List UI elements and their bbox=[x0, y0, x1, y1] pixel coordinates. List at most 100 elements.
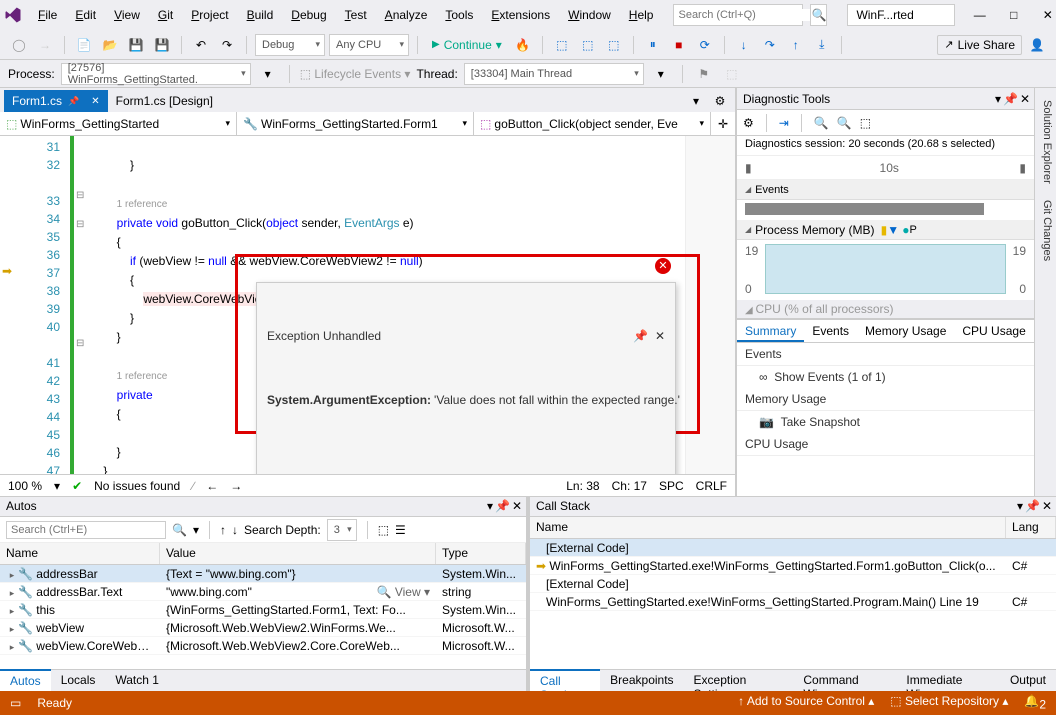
open-icon[interactable]: 📂 bbox=[99, 34, 121, 56]
outline-margin[interactable]: ⊟⊟⊟ bbox=[76, 136, 90, 474]
menu-file[interactable]: File bbox=[30, 4, 65, 26]
menu-git[interactable]: Git bbox=[150, 4, 181, 26]
next-icon[interactable]: ↓ bbox=[232, 523, 238, 537]
diag-tab-cpu-usage[interactable]: CPU Usage bbox=[954, 320, 1033, 342]
menu-test[interactable]: Test bbox=[337, 4, 375, 26]
pin-icon[interactable]: 📌 bbox=[1025, 499, 1040, 513]
memory-section-header[interactable]: Process Memory (MB) ▮ ▼ ● P bbox=[737, 220, 1034, 240]
close-icon[interactable]: ✕ bbox=[1020, 92, 1030, 106]
nav-class-combo[interactable]: 🔧 WinForms_GettingStarted.Form1 bbox=[237, 112, 474, 135]
callstack-row[interactable]: [External Code] bbox=[530, 539, 1056, 557]
save-icon[interactable]: 💾 bbox=[125, 34, 147, 56]
callstack-grid-body[interactable]: [External Code]➡ WinForms_GettingStarted… bbox=[530, 539, 1056, 669]
continue-button[interactable]: Continue ▾ bbox=[426, 34, 508, 56]
bottom-tab-output[interactable]: Output bbox=[1000, 670, 1056, 691]
autos-search-input[interactable] bbox=[6, 521, 166, 539]
maximize-button[interactable]: □ bbox=[997, 2, 1031, 28]
autos-row[interactable]: ▸🔧 addressBar.Text"www.bing.com"🔍 View ▾… bbox=[0, 583, 526, 601]
stackframe-icon[interactable]: ⚑ bbox=[693, 63, 715, 85]
nav-next-icon[interactable]: → bbox=[230, 479, 242, 493]
menu-analyze[interactable]: Analyze bbox=[377, 4, 436, 26]
stackframe-icon-2[interactable]: ⬚ bbox=[721, 63, 743, 85]
run-to-icon[interactable]: ⤓ bbox=[811, 34, 833, 56]
step-out-icon[interactable]: ↑ bbox=[785, 34, 807, 56]
step-into-icon[interactable]: ↓ bbox=[733, 34, 755, 56]
minimap[interactable] bbox=[685, 136, 735, 474]
config-combo[interactable]: Debug bbox=[255, 34, 325, 56]
undo-icon[interactable]: ↶ bbox=[190, 34, 212, 56]
minimize-button[interactable]: — bbox=[963, 2, 997, 28]
bottom-tab-exception-settin---[interactable]: Exception Settin... bbox=[684, 670, 794, 691]
process-combo[interactable]: [27576] WinForms_GettingStarted. bbox=[61, 63, 251, 85]
nav-fwd-icon[interactable]: → bbox=[34, 34, 56, 56]
menu-view[interactable]: View bbox=[106, 4, 148, 26]
add-source-control[interactable]: ↑ Add to Source Control ▴ bbox=[738, 694, 874, 711]
menu-build[interactable]: Build bbox=[239, 4, 282, 26]
redo-icon[interactable]: ↷ bbox=[216, 34, 238, 56]
process-properties-icon[interactable]: ▾ bbox=[257, 63, 279, 85]
pin-icon[interactable]: 📌 bbox=[1003, 92, 1018, 106]
close-icon[interactable]: ✕ bbox=[91, 96, 99, 107]
issues-status[interactable]: No issues found bbox=[94, 479, 180, 493]
tab-gear-icon[interactable]: ⚙ bbox=[709, 90, 731, 112]
eol-indicator[interactable]: CRLF bbox=[696, 479, 727, 493]
search-icon[interactable]: 🔍 bbox=[810, 4, 827, 26]
dropdown-icon[interactable]: ▾ bbox=[487, 499, 493, 513]
code-content[interactable]: } 1 reference private void goButton_Clic… bbox=[90, 136, 685, 474]
diag-timeline[interactable]: ▮ 10s ▮ bbox=[737, 156, 1034, 180]
menu-debug[interactable]: Debug bbox=[283, 4, 334, 26]
global-search[interactable] bbox=[673, 4, 803, 26]
dropdown-icon[interactable]: ▾ bbox=[1017, 499, 1023, 513]
callstack-row[interactable]: ➡ WinForms_GettingStarted.exe!WinForms_G… bbox=[530, 557, 1056, 575]
line-indicator[interactable]: Ln: 38 bbox=[566, 479, 599, 493]
hot-reload-icon[interactable]: 🔥 bbox=[512, 34, 534, 56]
thread-combo[interactable]: [33304] Main Thread bbox=[464, 63, 644, 85]
nav-back-icon[interactable]: ◯ bbox=[8, 34, 30, 56]
autos-row[interactable]: ▸🔧 webView.CoreWebVi...{Microsoft.Web.We… bbox=[0, 637, 526, 655]
indent-indicator[interactable]: SPC bbox=[659, 479, 684, 493]
list-icon[interactable]: ☰ bbox=[395, 523, 406, 537]
code-editor[interactable]: ➡ 3132 3334353637383940 4142434445464748… bbox=[0, 136, 735, 474]
close-icon[interactable]: ✕ bbox=[1042, 499, 1052, 513]
restart-icon[interactable]: ⟳ bbox=[694, 34, 716, 56]
autos-row[interactable]: ▸🔧 webView{Microsoft.Web.WebView2.WinFor… bbox=[0, 619, 526, 637]
menu-edit[interactable]: Edit bbox=[67, 4, 104, 26]
dropdown-icon[interactable]: ▾ bbox=[995, 92, 1001, 106]
callstack-row[interactable]: WinForms_GettingStarted.exe!WinForms_Get… bbox=[530, 593, 1056, 611]
zoom-in-icon[interactable]: 🔍 bbox=[814, 116, 829, 130]
events-section-header[interactable]: Events bbox=[737, 180, 1034, 200]
menu-project[interactable]: Project bbox=[183, 4, 236, 26]
cpu-section-header[interactable]: ◢ CPU (% of all processors) bbox=[737, 300, 1034, 319]
platform-combo[interactable]: Any CPU bbox=[329, 34, 409, 56]
char-indicator[interactable]: Ch: 17 bbox=[612, 479, 647, 493]
take-snapshot-link[interactable]: 📷 Take Snapshot bbox=[737, 411, 1034, 433]
prev-icon[interactable]: ↑ bbox=[220, 523, 226, 537]
menu-tools[interactable]: Tools bbox=[437, 4, 481, 26]
menu-extensions[interactable]: Extensions bbox=[483, 4, 558, 26]
callstack-row[interactable]: [External Code] bbox=[530, 575, 1056, 593]
tab-form1-design[interactable]: Form1.cs [Design] bbox=[108, 90, 221, 112]
pin-icon[interactable]: 📌 bbox=[495, 499, 510, 513]
pin-icon[interactable]: 📌 bbox=[68, 96, 79, 107]
autos-row[interactable]: ▸🔧 this{WinForms_GettingStarted.Form1, T… bbox=[0, 601, 526, 619]
autos-tab-watch-1[interactable]: Watch 1 bbox=[105, 670, 169, 691]
new-item-icon[interactable]: 📄 bbox=[73, 34, 95, 56]
nav-member-combo[interactable]: ⬚ goButton_Click(object sender, Eve bbox=[474, 112, 711, 135]
nav-prev-icon[interactable]: ← bbox=[206, 479, 218, 493]
split-icon[interactable]: ✛ bbox=[711, 112, 735, 135]
global-search-input[interactable] bbox=[678, 9, 820, 21]
nav-project-combo[interactable]: ⬚ WinForms_GettingStarted bbox=[0, 112, 237, 135]
bottom-tab-breakpoints[interactable]: Breakpoints bbox=[600, 670, 683, 691]
thread-flag-icon[interactable]: ▾ bbox=[650, 63, 672, 85]
close-icon[interactable]: ✕ bbox=[512, 499, 522, 513]
git-changes-tab[interactable]: Git Changes bbox=[1035, 192, 1056, 269]
lifecycle-icon[interactable]: ⬚ Lifecycle Events ▾ bbox=[300, 67, 411, 81]
diag-tab-memory-usage[interactable]: Memory Usage bbox=[857, 320, 954, 342]
menu-window[interactable]: Window bbox=[560, 4, 619, 26]
resume-icon[interactable]: ⇥ bbox=[779, 116, 789, 130]
solution-explorer-tab[interactable]: Solution Explorer bbox=[1035, 92, 1056, 192]
pause-icon[interactable]: ⏸ bbox=[642, 34, 664, 56]
step-icon-2[interactable]: ⬚ bbox=[577, 34, 599, 56]
autos-tab-autos[interactable]: Autos bbox=[0, 669, 51, 691]
step-icon-3[interactable]: ⬚ bbox=[603, 34, 625, 56]
